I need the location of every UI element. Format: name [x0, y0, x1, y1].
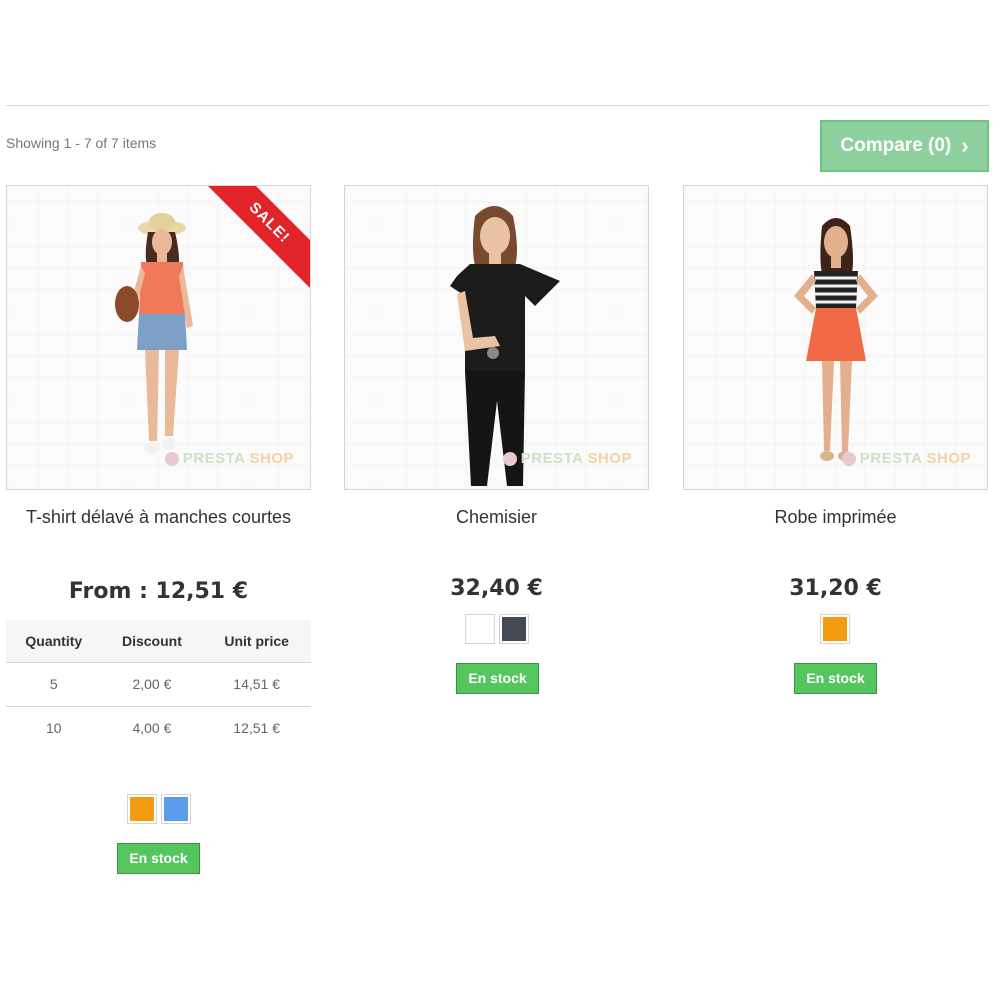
discount-cell: 2,00 € — [101, 662, 203, 707]
prestashop-logo-icon — [502, 451, 517, 466]
product-count-text: Showing 1 - 7 of 7 items — [6, 135, 157, 151]
column-header-quantity: Quantity — [6, 620, 102, 663]
table-header-row: Quantity Discount Unit price — [6, 620, 311, 663]
prestashop-watermark: PRESTA SHOP — [841, 450, 971, 467]
table-row: 10 4,00 € 12,51 € — [6, 706, 311, 750]
chevron-right-icon: › — [961, 133, 969, 158]
quantity-cell: 5 — [6, 662, 102, 707]
quantity-cell: 10 — [45, 720, 62, 737]
model-photo-robe — [794, 218, 878, 461]
availability-badge: En stock — [117, 843, 200, 874]
product-price-chemisier: 32,40 € — [450, 576, 543, 601]
product-price-tshirt: From : 12,51 € — [68, 579, 249, 604]
watermark-shop: SHOP — [926, 450, 971, 467]
column-header-unit-price: Unit price — [202, 620, 311, 663]
prestashop-watermark: PRESTA SHOP — [164, 450, 294, 467]
product-price-robe: 31,20 € — [789, 576, 882, 601]
table-row: 5 2,00 € 14,51 € — [6, 662, 311, 707]
discount-cell: 4,00 € — [132, 720, 172, 737]
column-header-discount: Discount — [101, 620, 203, 663]
color-swatch[interactable] — [465, 614, 495, 644]
product-image-tshirt[interactable]: PRESTA SHOP SALE! — [6, 185, 311, 490]
product-name-chemisier[interactable]: Chemisier — [344, 504, 649, 530]
product-name-robe[interactable]: Robe imprimée — [683, 504, 988, 530]
prestashop-logo-icon — [841, 451, 856, 466]
color-swatches-robe — [820, 614, 850, 644]
watermark-presta: PRESTA — [182, 450, 246, 467]
prestashop-watermark: PRESTA SHOP — [502, 450, 632, 467]
quantity-discount-table: Quantity Discount Unit price 5 2,00 € 14… — [6, 620, 311, 750]
watermark-presta: PRESTA — [520, 450, 584, 467]
watermark-shop: SHOP — [587, 450, 632, 467]
product-image-robe[interactable]: PRESTA SHOP — [683, 185, 988, 490]
color-swatch[interactable] — [499, 614, 529, 644]
prestashop-logo-icon — [164, 451, 179, 466]
unit-price-cell: 12,51 € — [233, 720, 281, 737]
compare-button[interactable]: Compare (0) › — [820, 120, 989, 172]
compare-label: Compare (0) — [840, 135, 952, 156]
toolbar-divider — [6, 105, 989, 106]
product-name-tshirt[interactable]: T-shirt délavé à manches courtes — [6, 504, 311, 530]
watermark-presta: PRESTA — [859, 450, 923, 467]
color-swatches-chemisier — [465, 614, 529, 644]
model-photo-chemisier — [450, 206, 560, 486]
color-swatch[interactable] — [161, 794, 191, 824]
color-swatch[interactable] — [127, 794, 157, 824]
unit-price-cell: 14,51 € — [202, 662, 311, 707]
color-swatches-tshirt — [127, 794, 191, 824]
color-swatch[interactable] — [820, 614, 850, 644]
availability-badge: En stock — [794, 663, 877, 694]
product-image-chemisier[interactable]: PRESTA SHOP — [344, 185, 649, 490]
watermark-shop: SHOP — [249, 450, 294, 467]
availability-badge: En stock — [456, 663, 539, 694]
